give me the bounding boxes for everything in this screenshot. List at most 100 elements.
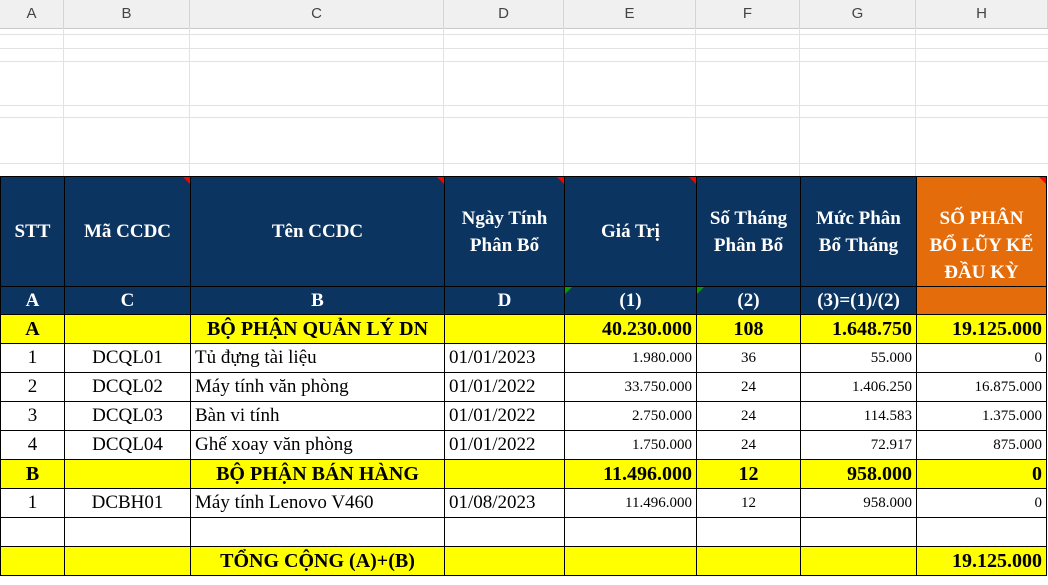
- total-empty[interactable]: [0, 546, 65, 576]
- column-header-f[interactable]: F: [696, 0, 800, 28]
- section-name[interactable]: BỘ PHẬN BÁN HÀNG: [190, 459, 445, 489]
- section-empty[interactable]: [64, 459, 191, 489]
- cell-stt[interactable]: 3: [0, 401, 65, 431]
- cell-ngay[interactable]: 01/08/2023: [444, 488, 565, 518]
- cell-gia-tri[interactable]: 1.750.000: [564, 430, 697, 460]
- empty-cell[interactable]: [916, 517, 1047, 547]
- cell-ten[interactable]: Máy tính văn phòng: [190, 372, 445, 402]
- column-header-g[interactable]: G: [800, 0, 916, 28]
- section-muc[interactable]: 1.648.750: [800, 314, 917, 344]
- cell-luy-ke[interactable]: 16.875.000: [916, 372, 1047, 402]
- header-gia-tri[interactable]: Giá Trị: [564, 176, 697, 287]
- empty-cell[interactable]: [696, 517, 801, 547]
- section-empty[interactable]: [64, 314, 191, 344]
- empty-cell[interactable]: [564, 517, 697, 547]
- section-gia-tri[interactable]: 40.230.000: [564, 314, 697, 344]
- total-luy-ke[interactable]: 19.125.000: [916, 546, 1047, 576]
- cell-ma[interactable]: DCBH01: [64, 488, 191, 518]
- header-so-thang[interactable]: Số Tháng Phân Bổ: [696, 176, 801, 287]
- cell-ma[interactable]: DCQL02: [64, 372, 191, 402]
- section-luy-ke[interactable]: 19.125.000: [916, 314, 1047, 344]
- cell-stt[interactable]: 4: [0, 430, 65, 460]
- cell-so-thang[interactable]: 24: [696, 430, 801, 460]
- code-cell[interactable]: C: [64, 286, 191, 315]
- total-empty[interactable]: [444, 546, 565, 576]
- cell-muc[interactable]: 114.583: [800, 401, 917, 431]
- table-row: 2 DCQL02 Máy tính văn phòng 01/01/2022 3…: [0, 372, 1047, 402]
- empty-cell[interactable]: [0, 517, 65, 547]
- cell-gia-tri[interactable]: 11.496.000: [564, 488, 697, 518]
- cell-gia-tri[interactable]: 1.980.000: [564, 343, 697, 373]
- section-so-thang[interactable]: 12: [696, 459, 801, 489]
- header-luy-ke[interactable]: SỐ PHÂN BỔ LŨY KẾ ĐẦU KỲ: [916, 176, 1047, 287]
- section-label[interactable]: A: [0, 314, 65, 344]
- section-luy-ke[interactable]: 0: [916, 459, 1047, 489]
- cell-so-thang[interactable]: 12: [696, 488, 801, 518]
- cell-ngay[interactable]: 01/01/2022: [444, 430, 565, 460]
- cell-muc[interactable]: 1.406.250: [800, 372, 917, 402]
- total-empty[interactable]: [800, 546, 917, 576]
- cell-ma[interactable]: DCQL01: [64, 343, 191, 373]
- code-cell[interactable]: (2): [696, 286, 801, 315]
- section-so-thang[interactable]: 108: [696, 314, 801, 344]
- empty-cell[interactable]: [800, 517, 917, 547]
- section-label[interactable]: B: [0, 459, 65, 489]
- cell-gia-tri[interactable]: 2.750.000: [564, 401, 697, 431]
- cell-so-thang[interactable]: 24: [696, 372, 801, 402]
- header-ten-ccdc[interactable]: Tên CCDC: [190, 176, 445, 287]
- column-header-c[interactable]: C: [190, 0, 444, 28]
- code-cell[interactable]: A: [0, 286, 65, 315]
- section-empty[interactable]: [444, 314, 565, 344]
- table-row: 1 DCQL01 Tủ đựng tài liệu 01/01/2023 1.9…: [0, 343, 1047, 373]
- code-cell[interactable]: (1): [564, 286, 697, 315]
- header-stt[interactable]: STT: [0, 176, 65, 287]
- cell-muc[interactable]: 55.000: [800, 343, 917, 373]
- code-cell[interactable]: (3)=(1)/(2): [800, 286, 917, 315]
- cell-luy-ke[interactable]: 0: [916, 343, 1047, 373]
- header-muc-phan-bo[interactable]: Mức Phân Bổ Tháng: [800, 176, 917, 287]
- column-header-e[interactable]: E: [564, 0, 696, 28]
- cell-muc[interactable]: 958.000: [800, 488, 917, 518]
- cell-so-thang[interactable]: 36: [696, 343, 801, 373]
- column-header-d[interactable]: D: [444, 0, 564, 28]
- cell-ma[interactable]: DCQL04: [64, 430, 191, 460]
- cell-ma[interactable]: DCQL03: [64, 401, 191, 431]
- cell-ngay[interactable]: 01/01/2022: [444, 372, 565, 402]
- cell-stt[interactable]: 1: [0, 343, 65, 373]
- cell-ten[interactable]: Máy tính Lenovo V460: [190, 488, 445, 518]
- header-ma-ccdc[interactable]: Mã CCDC: [64, 176, 191, 287]
- cell-luy-ke[interactable]: 0: [916, 488, 1047, 518]
- cell-ten[interactable]: Tủ đựng tài liệu: [190, 343, 445, 373]
- total-empty[interactable]: [564, 546, 697, 576]
- total-label[interactable]: TỔNG CỘNG (A)+(B): [190, 546, 445, 576]
- cell-muc[interactable]: 72.917: [800, 430, 917, 460]
- empty-row: [0, 517, 1047, 547]
- section-name[interactable]: BỘ PHẬN QUẢN LÝ DN: [190, 314, 445, 344]
- section-muc[interactable]: 958.000: [800, 459, 917, 489]
- total-empty[interactable]: [696, 546, 801, 576]
- empty-cell[interactable]: [444, 517, 565, 547]
- header-ngay-tinh[interactable]: Ngày Tính Phân Bổ: [444, 176, 565, 287]
- cell-luy-ke[interactable]: 875.000: [916, 430, 1047, 460]
- cell-stt[interactable]: 2: [0, 372, 65, 402]
- code-cell[interactable]: [916, 286, 1047, 315]
- empty-cell[interactable]: [190, 517, 445, 547]
- empty-cell[interactable]: [64, 517, 191, 547]
- section-empty[interactable]: [444, 459, 565, 489]
- total-empty[interactable]: [64, 546, 191, 576]
- column-header-b[interactable]: B: [64, 0, 190, 28]
- cell-ten[interactable]: Bàn vi tính: [190, 401, 445, 431]
- cell-luy-ke[interactable]: 1.375.000: [916, 401, 1047, 431]
- cell-stt[interactable]: 1: [0, 488, 65, 518]
- cell-ngay[interactable]: 01/01/2022: [444, 401, 565, 431]
- column-header-h[interactable]: H: [916, 0, 1048, 28]
- table-row: 3 DCQL03 Bàn vi tính 01/01/2022 2.750.00…: [0, 401, 1047, 431]
- column-header-a[interactable]: A: [0, 0, 64, 28]
- cell-ten[interactable]: Ghế xoay văn phòng: [190, 430, 445, 460]
- section-gia-tri[interactable]: 11.496.000: [564, 459, 697, 489]
- cell-gia-tri[interactable]: 33.750.000: [564, 372, 697, 402]
- code-cell[interactable]: B: [190, 286, 445, 315]
- code-cell[interactable]: D: [444, 286, 565, 315]
- cell-ngay[interactable]: 01/01/2023: [444, 343, 565, 373]
- cell-so-thang[interactable]: 24: [696, 401, 801, 431]
